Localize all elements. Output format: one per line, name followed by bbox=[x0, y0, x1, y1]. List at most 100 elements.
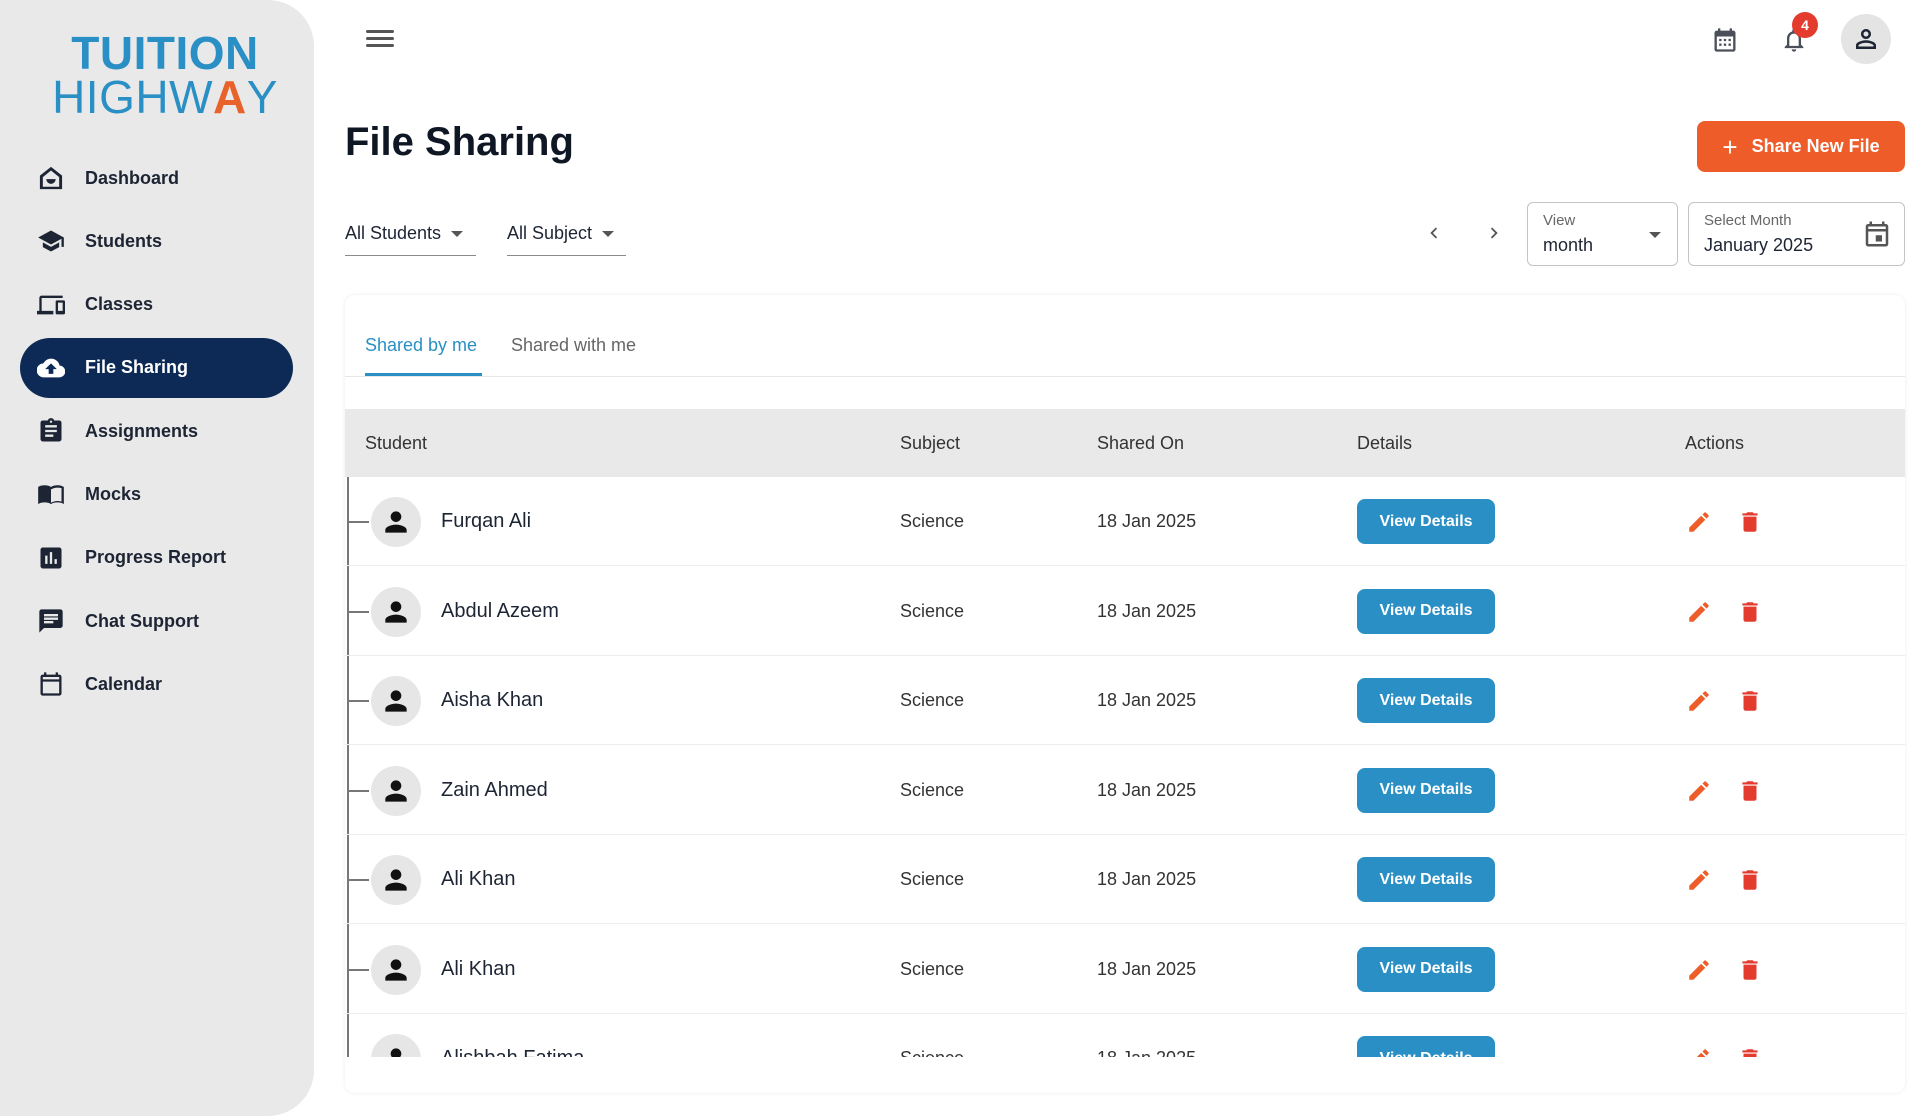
notification-bell-icon[interactable]: 4 bbox=[1776, 12, 1818, 58]
shared-on-cell: 18 Jan 2025 bbox=[1097, 869, 1197, 889]
sidebar-item-label: Students bbox=[85, 230, 163, 251]
sidebar-item-dashboard[interactable]: Dashboard bbox=[20, 148, 293, 208]
sidebar-item-file-sharing[interactable]: File Sharing bbox=[20, 337, 293, 398]
subject-cell: Science bbox=[900, 690, 965, 710]
sidebar-item-mocks[interactable]: Mocks bbox=[20, 464, 293, 524]
view-details-button[interactable]: View Details bbox=[1357, 946, 1495, 992]
subject-cell: Science bbox=[900, 958, 965, 979]
sidebar-item-progress-report[interactable]: Progress Report bbox=[20, 528, 293, 588]
header-details: Details bbox=[1357, 433, 1413, 453]
sidebar-item-label: File Sharing bbox=[85, 357, 189, 378]
delete-trash-icon[interactable] bbox=[1735, 776, 1765, 806]
clipboard-icon bbox=[36, 416, 66, 446]
logo-line-1: TUITION bbox=[71, 27, 259, 79]
tuition-highway-logo[interactable]: TUITION HIGHWAY bbox=[50, 30, 280, 120]
shared-on-cell: 18 Jan 2025 bbox=[1097, 511, 1197, 531]
student-name: Zain Ahmed bbox=[441, 778, 548, 801]
view-select[interactable]: View month bbox=[1527, 202, 1678, 266]
view-details-button[interactable]: View Details bbox=[1357, 1036, 1495, 1057]
student-name: Aisha Khan bbox=[441, 689, 544, 711]
user-profile-icon[interactable] bbox=[1841, 14, 1891, 64]
view-details-button[interactable]: View Details bbox=[1357, 857, 1495, 902]
shared-on-cell: 18 Jan 2025 bbox=[1097, 779, 1197, 800]
delete-trash-icon[interactable] bbox=[1735, 686, 1765, 716]
header-student: Student bbox=[365, 433, 428, 453]
select-month-field[interactable]: Select Month January 2025 bbox=[1688, 202, 1905, 266]
sidebar-item-label: Calendar bbox=[85, 673, 163, 694]
student-avatar-icon bbox=[371, 855, 421, 905]
calendar-grid-icon[interactable] bbox=[1707, 22, 1743, 58]
share-new-file-label: Share New File bbox=[1751, 136, 1880, 156]
calendar-icon[interactable] bbox=[1862, 219, 1892, 249]
graduation-cap-icon bbox=[36, 226, 66, 256]
edit-pencil-icon[interactable] bbox=[1684, 955, 1714, 985]
student-name: Furqan Ali bbox=[441, 510, 532, 532]
sidebar-item-students[interactable]: Students bbox=[20, 211, 293, 271]
book-icon bbox=[36, 479, 66, 509]
caret-down-icon bbox=[602, 231, 615, 237]
view-details-button[interactable]: View Details bbox=[1357, 678, 1495, 723]
delete-trash-icon[interactable] bbox=[1735, 955, 1765, 985]
logo-line-2: HIGHWAY bbox=[50, 74, 280, 120]
student-avatar-icon bbox=[371, 586, 421, 637]
sidebar-nav: Dashboard Students Classes File Sharing … bbox=[20, 148, 293, 718]
sidebar-item-calendar[interactable]: Calendar bbox=[20, 654, 293, 714]
hamburger-menu-icon[interactable] bbox=[364, 26, 396, 54]
student-avatar-icon bbox=[371, 497, 421, 547]
active-tab-indicator bbox=[365, 373, 482, 376]
edit-pencil-icon[interactable] bbox=[1684, 776, 1714, 806]
sidebar-item-label: Classes bbox=[85, 294, 154, 315]
student-avatar-icon bbox=[371, 1034, 421, 1057]
table-row: Aisha Khan Science 18 Jan 2025 View Deta… bbox=[345, 656, 1905, 745]
subject-cell: Science bbox=[900, 1048, 964, 1057]
edit-pencil-icon[interactable] bbox=[1684, 1044, 1714, 1057]
subject-cell: Science bbox=[900, 779, 965, 800]
delete-trash-icon[interactable] bbox=[1735, 1044, 1765, 1057]
sidebar-item-chat-support[interactable]: Chat Support bbox=[20, 591, 293, 651]
delete-trash-icon[interactable] bbox=[1735, 597, 1765, 627]
student-avatar-icon bbox=[371, 944, 421, 995]
subject-filter-dropdown[interactable]: All Subject bbox=[507, 218, 626, 256]
header-subject: Subject bbox=[900, 433, 961, 453]
sidebar-item-assignments[interactable]: Assignments bbox=[20, 401, 293, 461]
tab-shared-by-me[interactable]: Shared by me bbox=[365, 335, 477, 356]
shared-on-cell: 18 Jan 2025 bbox=[1097, 690, 1197, 710]
logo-text-c: Y bbox=[246, 71, 278, 123]
sidebar-item-label: Chat Support bbox=[85, 610, 199, 631]
chevron-left-icon bbox=[1430, 227, 1438, 239]
tree-branch bbox=[347, 521, 369, 523]
tab-shared-with-me[interactable]: Shared with me bbox=[511, 335, 636, 356]
sidebar-item-classes[interactable]: Classes bbox=[20, 275, 293, 335]
edit-pencil-icon[interactable] bbox=[1684, 597, 1714, 627]
student-name: Abdul Azeem bbox=[441, 599, 559, 622]
select-month-label: Select Month bbox=[1704, 212, 1792, 229]
chevron-right-icon bbox=[1490, 227, 1498, 239]
edit-pencil-icon[interactable] bbox=[1684, 686, 1714, 716]
shared-on-cell: 18 Jan 2025 bbox=[1097, 1048, 1196, 1057]
previous-month-button[interactable] bbox=[1419, 218, 1449, 248]
caret-down-icon bbox=[451, 231, 464, 237]
delete-trash-icon[interactable] bbox=[1735, 507, 1765, 537]
view-details-button[interactable]: View Details bbox=[1357, 499, 1495, 544]
edit-pencil-icon[interactable] bbox=[1684, 865, 1714, 895]
view-select-label: View bbox=[1543, 212, 1576, 229]
home-icon bbox=[36, 163, 66, 193]
student-avatar-icon bbox=[371, 676, 421, 726]
sidebar-item-label: Assignments bbox=[85, 420, 199, 441]
next-month-button[interactable] bbox=[1479, 218, 1509, 248]
delete-trash-icon[interactable] bbox=[1735, 865, 1765, 895]
chat-icon bbox=[36, 606, 66, 636]
students-filter-dropdown[interactable]: All Students bbox=[345, 218, 476, 256]
table-header: Student Subject Shared On Details Action… bbox=[345, 409, 1905, 477]
student-name: Ali Khan bbox=[441, 957, 516, 980]
file-sharing-card: Shared by me Shared with me Student Subj… bbox=[345, 295, 1905, 1093]
header-shared-on: Shared On bbox=[1097, 433, 1185, 453]
view-details-button[interactable]: View Details bbox=[1357, 767, 1495, 813]
edit-pencil-icon[interactable] bbox=[1684, 507, 1714, 537]
bar-chart-icon bbox=[36, 543, 66, 573]
view-details-button[interactable]: View Details bbox=[1357, 588, 1495, 634]
tree-branch bbox=[347, 789, 369, 792]
table-row: Zain Ahmed Science 18 Jan 2025 View Deta… bbox=[345, 746, 1905, 835]
share-new-file-button[interactable]: + Share New File bbox=[1697, 121, 1905, 172]
table-row: Furqan Ali Science 18 Jan 2025 View Deta… bbox=[345, 477, 1905, 566]
